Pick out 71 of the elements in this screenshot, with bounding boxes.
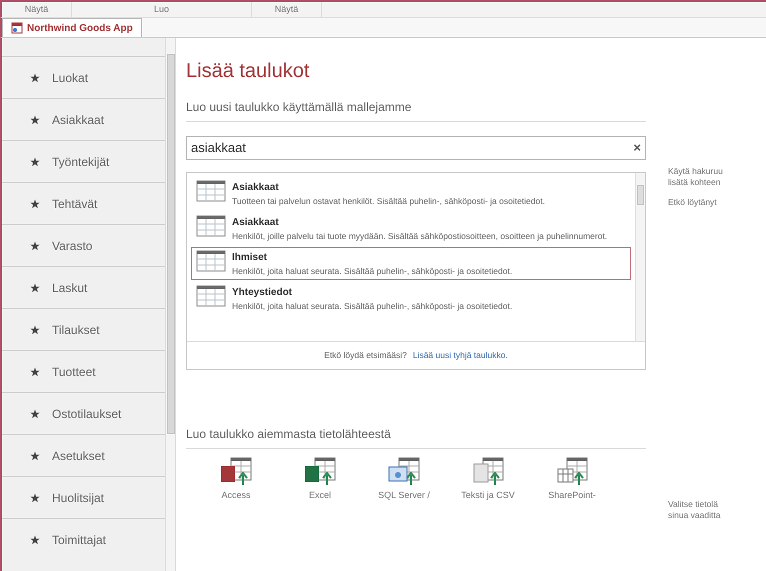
- navigation-label: Luokat: [52, 70, 88, 86]
- help-text: sinua vaaditta: [668, 510, 722, 521]
- data-source-button[interactable]: Excel: [288, 457, 352, 502]
- template-name: Asiakkaat: [232, 181, 280, 195]
- star-icon: [30, 492, 40, 502]
- footer-text: Etkö löydä etsimääsi?: [324, 349, 407, 362]
- navigation-label: Ostotilaukset: [52, 406, 122, 422]
- navigation-label: Huolitsijat: [52, 490, 104, 506]
- template-description: Tuotteen tai palvelun ostavat henkilöt. Sisältää puhelin-, sähköposti- ja osoitetiedot.: [232, 195, 545, 207]
- star-icon: [30, 240, 40, 250]
- table-icon: [196, 285, 226, 307]
- clear-button[interactable]: ×: [633, 138, 641, 158]
- table-icon: [196, 250, 226, 272]
- add-blank-table-link[interactable]: Lisää uusi tyhjä taulukko.: [412, 349, 508, 362]
- navigation-label: Asiakkaat: [52, 112, 104, 128]
- star-icon: [30, 366, 40, 376]
- data-source-button[interactable]: Teksti ja CSV: [456, 457, 520, 502]
- database-table-icon: [219, 457, 253, 487]
- results-scrollbar[interactable]: [635, 173, 645, 341]
- template-item[interactable]: Ihmiset Henkilöt, joita haluat seurata. Sisältää puhelin-, sähköposti- ja osoitetiedot.: [191, 247, 631, 280]
- page-title: Lisää taulukot: [186, 59, 310, 84]
- template-item[interactable]: Asiakkaat Henkilöt, joille palvelu tai tuote myydään. Sisältää sähköpostiosoitteen, osoitteen ja puhelinnumerot.: [191, 212, 631, 245]
- grid-table-icon: [555, 457, 589, 487]
- template-description: Henkilöt, joita haluat seurata. Sisältää puhelin-, sähköposti- ja osoitetiedot.: [232, 300, 512, 312]
- data-source-button[interactable]: SharePoint-: [540, 457, 604, 502]
- template-item[interactable]: Yhteystiedot Henkilöt, joita haluat seurata. Sisältää puhelin-, sähköposti- ja osoitetiedot.: [191, 282, 631, 315]
- help-text: Käytä hakuruu: [668, 166, 724, 177]
- sidebar-scrollbar[interactable]: [165, 38, 176, 571]
- section-heading: Luo taulukko aiemmasta tietolähteestä: [186, 425, 646, 449]
- scroll-thumb[interactable]: [166, 54, 174, 434]
- app-icon: [11, 22, 23, 34]
- scroll-thumb[interactable]: [637, 185, 644, 205]
- server-table-icon: [387, 457, 421, 487]
- document-tab[interactable]: Northwind Goods App: [2, 18, 142, 37]
- star-icon: [30, 114, 40, 124]
- table-icon: [196, 180, 226, 202]
- navigation-label: Toimittajat: [52, 532, 106, 548]
- star-icon: [30, 198, 40, 208]
- template-item[interactable]: Asiakkaat Tuotteen tai palvelun ostavat henkilöt. Sisältää puhelin-, sähköposti- ja osoitetiedot.: [191, 177, 631, 210]
- star-icon: [30, 450, 40, 460]
- star-icon: [30, 156, 40, 166]
- ribbon-group-label: Luo: [154, 2, 170, 16]
- navigation-label: Varasto: [52, 238, 92, 254]
- data-source-button[interactable]: Access: [204, 457, 268, 502]
- template-name: Ihmiset: [232, 251, 268, 265]
- star-icon: [30, 408, 40, 418]
- ribbon-group-label: Näytä: [274, 2, 298, 16]
- template-description: Henkilöt, joita haluat seurata. Sisältää puhelin-, sähköposti- ja osoitetiedot.: [232, 265, 512, 277]
- navigation-label: Työntekijät: [52, 154, 110, 170]
- table-icon: [196, 215, 226, 237]
- template-name: Asiakkaat: [232, 216, 280, 230]
- help-text: lisätä kohteen: [668, 177, 722, 188]
- ribbon-group-label: Näytä: [24, 2, 48, 16]
- star-icon: [30, 324, 40, 334]
- help-text: Etkö löytänyt: [668, 196, 718, 209]
- star-icon: [30, 534, 40, 544]
- section-heading: Luo uusi taulukko käyttämällä mallejamme: [186, 98, 646, 122]
- navigation-label: Tehtävät: [52, 196, 98, 212]
- navigation-label: Laskut: [52, 280, 88, 296]
- spreadsheet-table-icon: [303, 457, 337, 487]
- search-field[interactable]: asiakkaat ×: [186, 136, 646, 160]
- navigation-label: Tuotteet: [52, 364, 96, 380]
- template-description: Henkilöt, joille palvelu tai tuote myydään. Sisältää sähköpostiosoitteen, osoitteen ja puhelinnumerot.: [232, 230, 608, 242]
- template-name: Yhteystiedot: [232, 286, 294, 300]
- star-icon: [30, 282, 40, 292]
- star-icon: [30, 72, 40, 82]
- data-source-button[interactable]: SQL Server /: [372, 457, 436, 502]
- help-text: Valitse tietolä: [668, 498, 719, 510]
- navigation-label: Asetukset: [52, 448, 105, 464]
- document-table-icon: [471, 457, 505, 487]
- navigation-label: Tilaukset: [52, 322, 100, 338]
